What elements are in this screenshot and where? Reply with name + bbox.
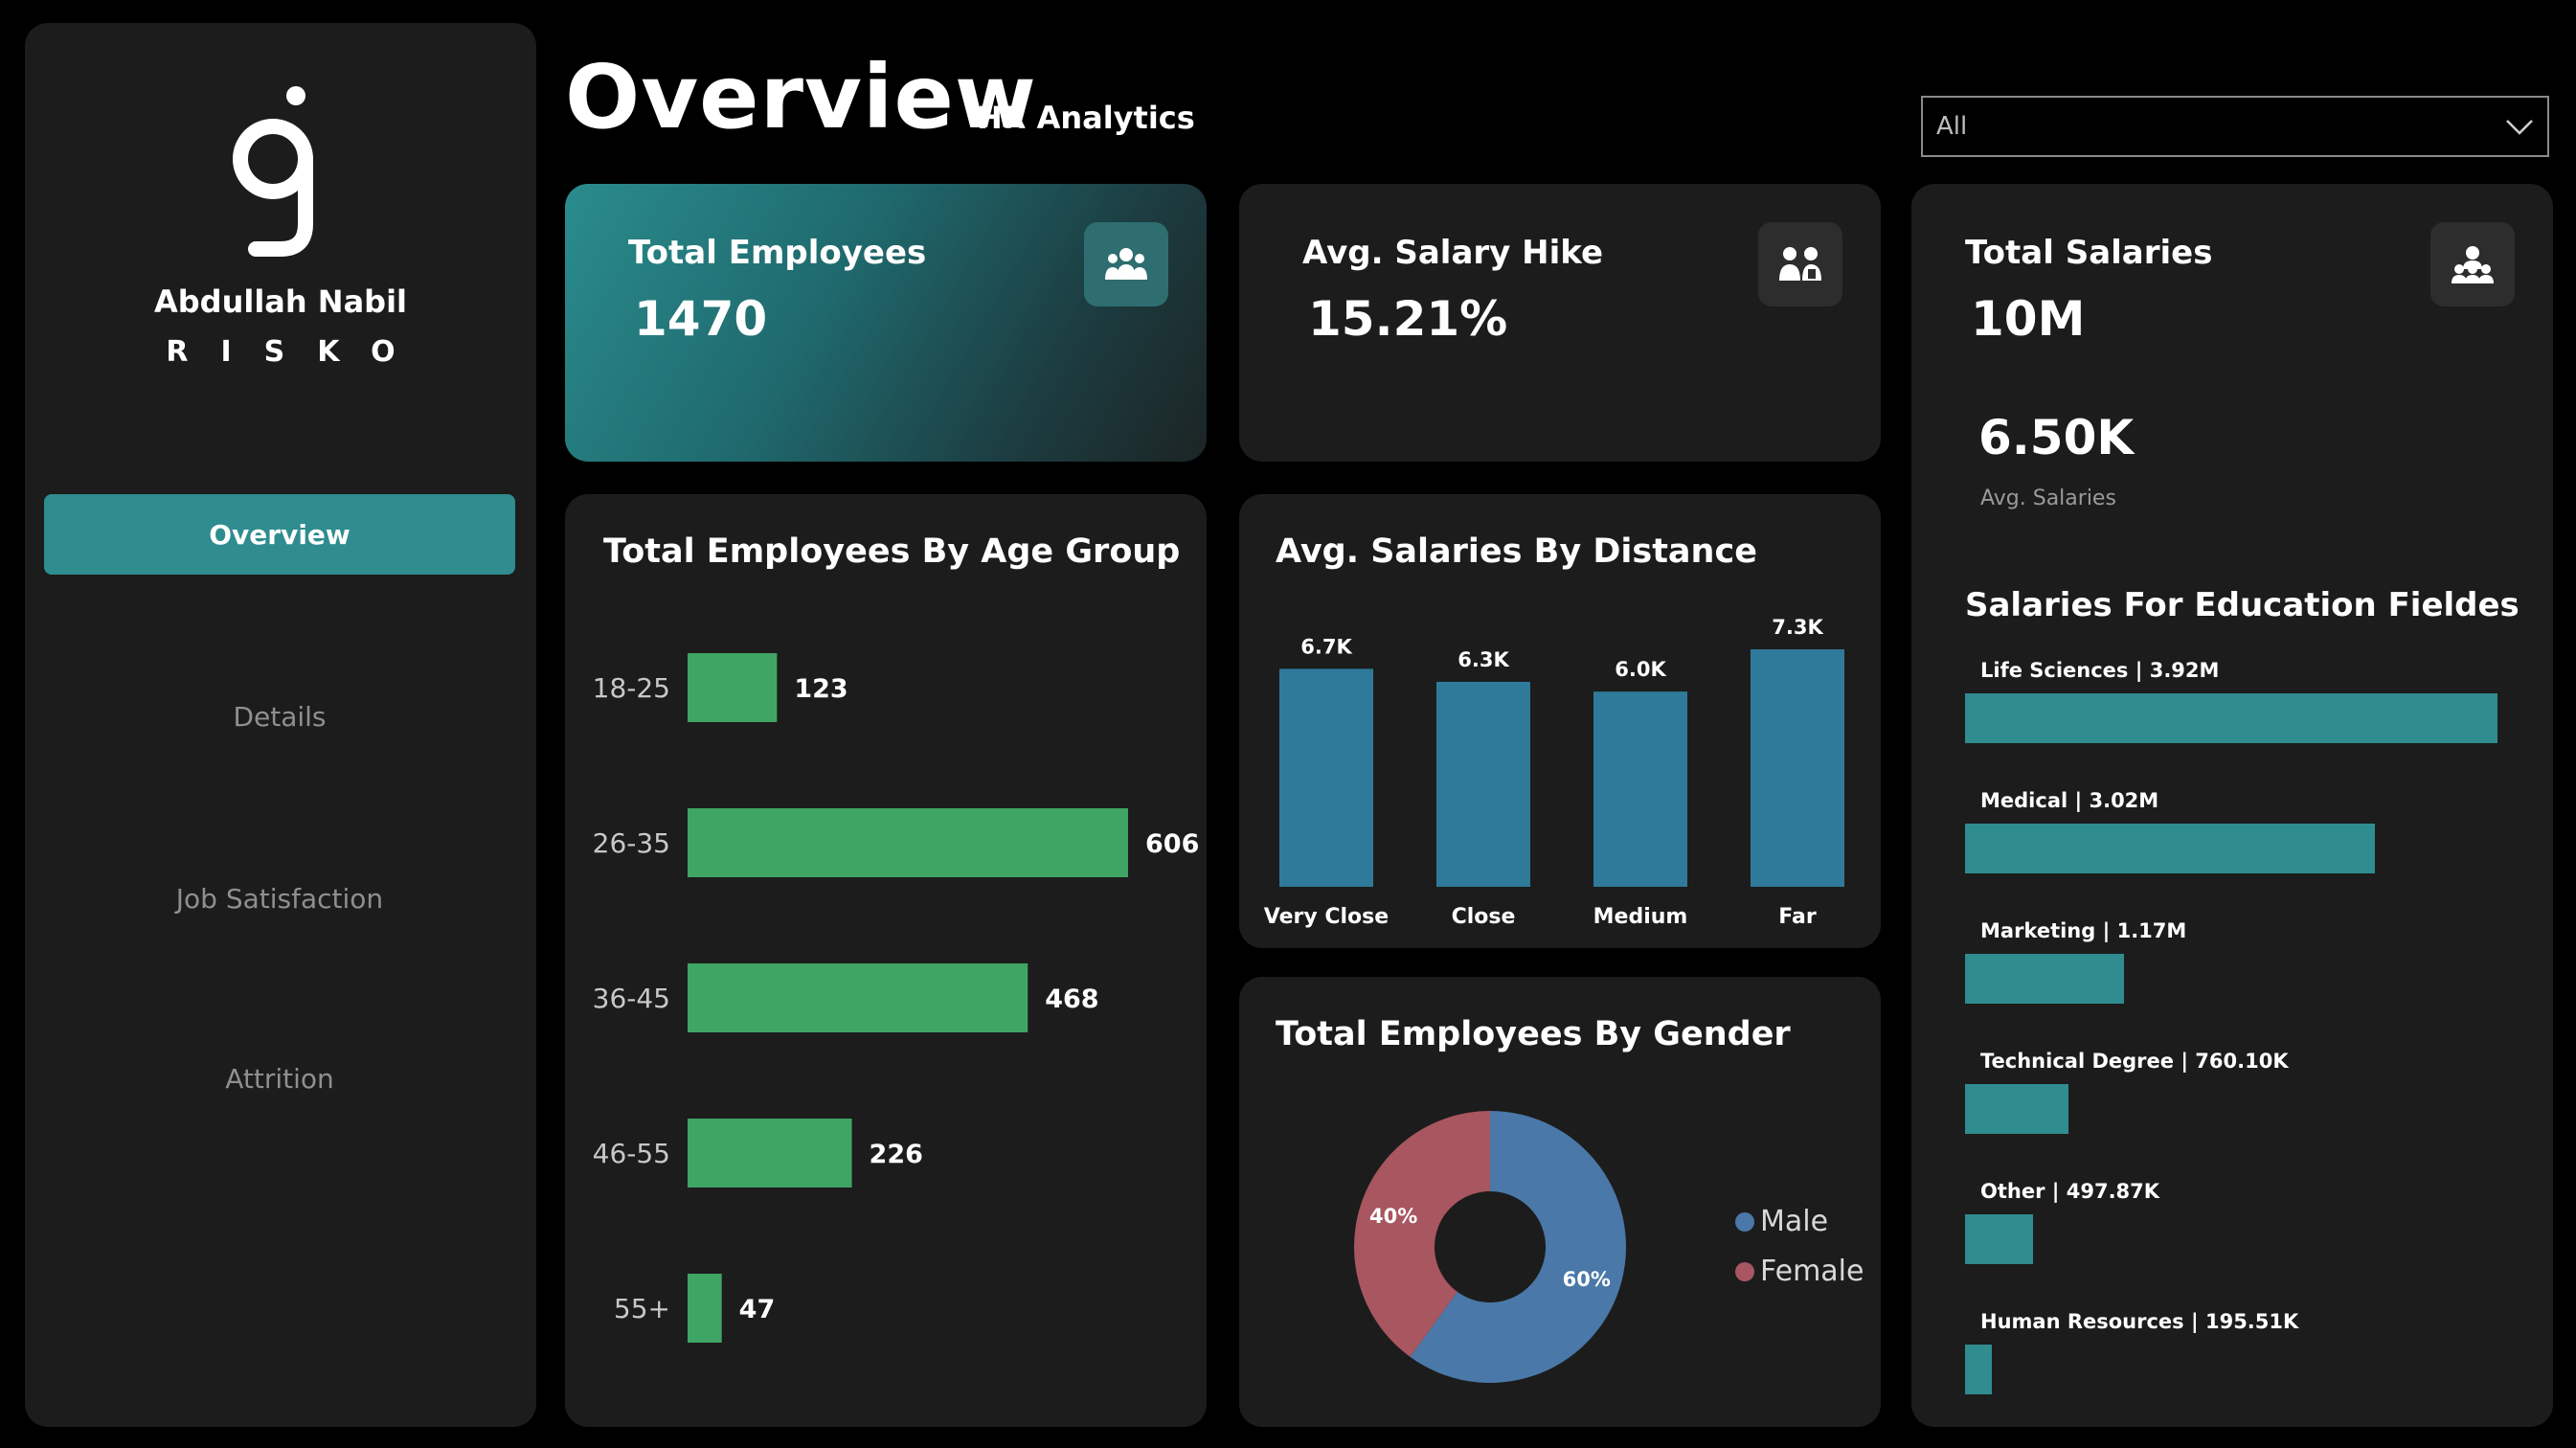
legend-male: Male <box>1735 1205 1828 1238</box>
age-bar <box>688 808 1128 877</box>
age-bar <box>688 653 778 722</box>
education-label: Human Resources | 195.51K <box>1980 1310 2299 1333</box>
nav-attrition[interactable]: Attrition <box>44 1038 515 1119</box>
filter-dropdown[interactable]: All <box>1921 96 2549 157</box>
kpi-value: 15.21% <box>1308 291 1508 347</box>
age-bar <box>688 1274 722 1343</box>
distance-bar-label: 7.3K <box>1772 616 1823 639</box>
avg-salaries-value: 6.50K <box>1978 410 2135 465</box>
legend-female-dot <box>1735 1261 1754 1281</box>
education-bar <box>1965 693 2497 743</box>
education-label: Life Sciences | 3.92M <box>1980 659 2220 682</box>
distance-bar <box>1436 681 1530 887</box>
gender-slice-label: 60% <box>1563 1268 1611 1291</box>
education-label: Technical Degree | 760.10K <box>1980 1050 2289 1073</box>
age-category-label: 46-55 <box>593 1138 670 1169</box>
age-category-label: 26-35 <box>593 827 670 859</box>
distance-chart: 6.7K Very Close 6.3K Close 6.0K Medium 7.3K Far <box>1264 616 1844 929</box>
legend-female: Female <box>1735 1255 1864 1288</box>
education-label: Medical | 3.02M <box>1980 789 2159 812</box>
avg-salaries-label: Avg. Salaries <box>1980 486 2116 510</box>
chevron-down-icon <box>2506 120 2533 135</box>
nav-details[interactable]: Details <box>44 676 515 757</box>
age-bar-label: 47 <box>739 1295 776 1324</box>
brand-subname: RISKO <box>166 335 428 369</box>
kpi-total-employees: Total Employees 1470 <box>565 184 1207 462</box>
distance-bar-label: 6.0K <box>1615 658 1666 681</box>
distance-bar-label: 6.7K <box>1300 635 1352 658</box>
page-subtitle: HR Analytics <box>977 100 1195 136</box>
legend-male-dot <box>1735 1211 1754 1232</box>
education-chart-title: Salaries For Education Fieldes <box>1965 586 2520 624</box>
age-group-chart-card: Total Employees By Age Group 18-25 123 26-… <box>565 494 1207 1427</box>
kpi-avg-salary-hike: Avg. Salary Hike 15.21% <box>1239 184 1881 462</box>
education-bar <box>1965 824 2376 873</box>
age-category-label: 55+ <box>614 1293 670 1324</box>
distance-bar <box>1751 649 1844 887</box>
salary-hike-icon <box>1758 222 1842 306</box>
age-category-label: 18-25 <box>593 672 670 704</box>
age-bar <box>688 963 1028 1032</box>
nav-overview[interactable]: Overview <box>44 494 515 575</box>
education-label: Marketing | 1.17M <box>1980 919 2187 942</box>
legend-label: Female <box>1760 1255 1864 1288</box>
kpi-title: Total Salaries <box>1965 234 2213 272</box>
kpi-value: 1470 <box>634 291 768 347</box>
brand-logo-icon <box>233 86 313 257</box>
kpi-title: Total Employees <box>628 234 927 272</box>
kpi-total-salaries: Total Salaries 10M 6.50K Avg. Salaries S… <box>1911 184 2553 1427</box>
education-label: Other | 497.87K <box>1980 1180 2160 1203</box>
gender-chart: 60% 40% <box>1354 1111 1626 1383</box>
education-bar <box>1965 1214 2033 1264</box>
team-icon <box>2430 222 2515 306</box>
nav-job-satisfaction[interactable]: Job Satisfaction <box>44 858 515 939</box>
distance-bar <box>1279 668 1373 887</box>
gender-chart-card: Total Employees By Gender 60% 40% Male Fe… <box>1239 977 1881 1427</box>
distance-category-label: Close <box>1452 905 1516 929</box>
age-bar <box>688 1119 852 1188</box>
sidebar: Abdullah Nabil RISKO Overview Details Jo… <box>25 23 536 1427</box>
kpi-title: Avg. Salary Hike <box>1302 234 1604 272</box>
page-title: Overview <box>565 46 1037 148</box>
education-bar <box>1965 954 2124 1004</box>
gender-slice-label: 40% <box>1369 1205 1417 1228</box>
age-bar-label: 123 <box>794 674 847 704</box>
legend-label: Male <box>1760 1205 1829 1238</box>
distance-category-label: Medium <box>1593 905 1688 929</box>
education-bar <box>1965 1084 2068 1134</box>
age-bar-label: 468 <box>1045 984 1098 1014</box>
kpi-value: 10M <box>1971 291 2086 347</box>
people-group-icon <box>1084 222 1168 306</box>
distance-category-label: Far <box>1778 905 1817 929</box>
age-category-label: 36-45 <box>593 983 670 1014</box>
age-bar-label: 606 <box>1145 829 1199 859</box>
education-bar <box>1965 1345 1992 1394</box>
distance-chart-card: Avg. Salaries By Distance 6.7K Very Close… <box>1239 494 1881 948</box>
age-bar-label: 226 <box>870 1140 923 1169</box>
filter-value: All <box>1936 112 1968 141</box>
distance-category-label: Very Close <box>1264 905 1389 929</box>
age-group-chart: 18-25 123 26-35 606 36-45 468 46-55 226 55+ 47 <box>593 653 1199 1343</box>
distance-bar-label: 6.3K <box>1457 648 1509 671</box>
brand-name: Abdullah Nabil <box>153 283 408 320</box>
distance-bar <box>1593 691 1687 887</box>
